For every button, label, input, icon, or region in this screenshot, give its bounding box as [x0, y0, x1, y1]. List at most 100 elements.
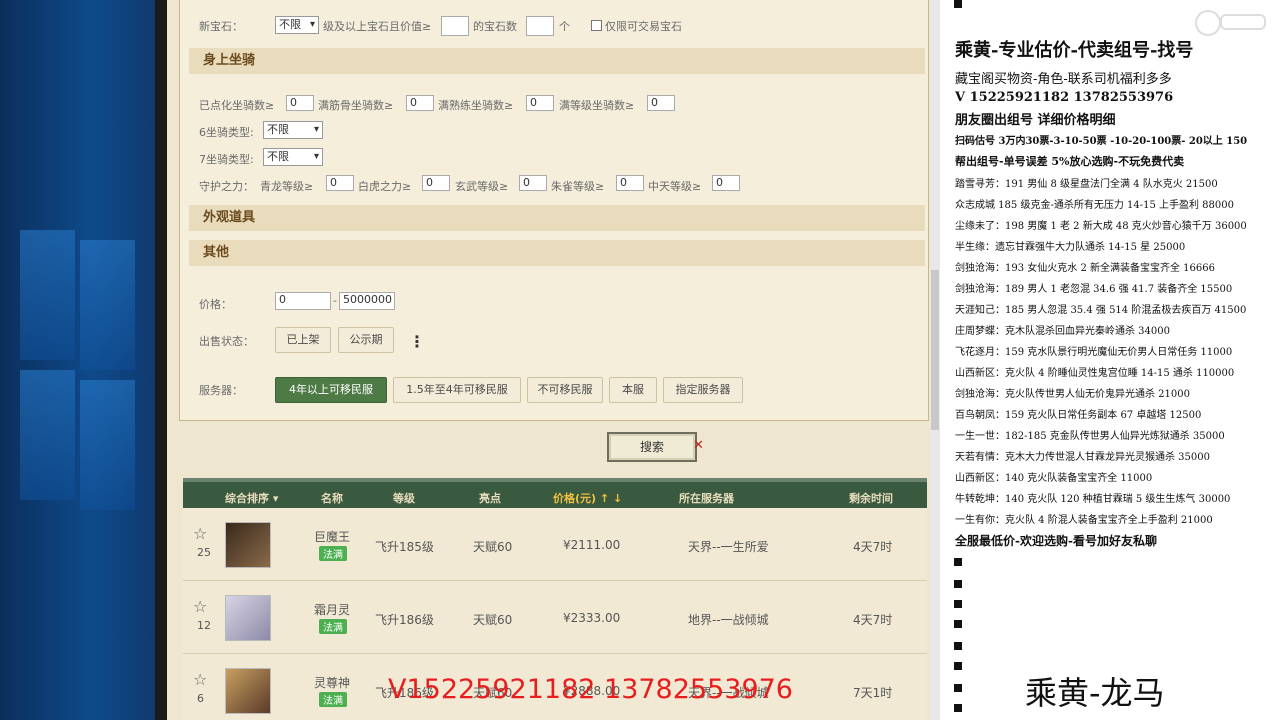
- favorite-star-icon[interactable]: ☆: [193, 524, 207, 543]
- favorite-star-icon[interactable]: ☆: [193, 597, 207, 616]
- mount-field-label: 满筋骨坐骑数≥: [318, 99, 394, 112]
- mount-field-input[interactable]: 0: [647, 95, 675, 111]
- mount6-type-label: 6坐骑类型:: [199, 126, 254, 139]
- table-row[interactable]: ☆ 25 巨魔王 法满 飞升185级 天赋60 ¥2111.00 天界--一生所…: [183, 508, 927, 581]
- advert-listing: 山西新区：140 克火队装备宝宝齐全 11000: [955, 473, 1153, 484]
- cursor-marker-icon: ✕: [693, 438, 704, 453]
- sort-composite-header[interactable]: 综合排序 ▾: [225, 490, 278, 506]
- advert-line: V 15225921182 13782553976: [955, 90, 1174, 105]
- gem-level-select[interactable]: 不限: [275, 16, 319, 34]
- results-table-header: 综合排序 ▾ 名称 等级 亮点 价格(元) ↑ ↓ 所在服务器 剩余时间: [183, 478, 927, 512]
- mount-field-label: 已点化坐骑数≥: [199, 99, 275, 112]
- gem-label: 新宝石：: [199, 20, 243, 33]
- price-min-input[interactable]: 0: [275, 292, 331, 310]
- advert-listing: 剑独沧海：189 男人 1 老忽混 34.6 强 41.7 装备齐全 15500: [955, 284, 1233, 295]
- avatar[interactable]: [225, 522, 271, 568]
- windows-logo-pane: [80, 240, 135, 370]
- more-options-icon[interactable]: ⋮: [409, 332, 425, 351]
- server-local-button[interactable]: 本服: [609, 377, 657, 403]
- bullet-marker: [954, 600, 962, 608]
- mount7-type-label: 7坐骑类型:: [199, 153, 254, 166]
- avatar[interactable]: [225, 668, 271, 714]
- advert-line: 帮出组号-单号误差 5%放心选购-不玩免费代卖: [955, 155, 1185, 168]
- time-left-cell: 4天7时: [853, 613, 893, 627]
- header-name: 名称: [321, 492, 343, 505]
- price-cell: ¥2333.00: [563, 611, 621, 625]
- tradable-gem-checkbox[interactable]: [591, 20, 602, 31]
- bullet-marker: [954, 558, 962, 566]
- gem-count-text: 的宝石数: [473, 20, 517, 33]
- mount6-type-select[interactable]: 不限: [263, 121, 323, 139]
- advert-listing: 剑独沧海：193 女仙火克水 2 新全满装备宝宝齐全 16666: [955, 263, 1215, 274]
- level-cell: 飞升185级: [375, 540, 434, 554]
- advert-footer-line: 全服最低价-欢迎选购-看号加好友私聊: [955, 534, 1157, 548]
- advert-listing: 尘缘未了：198 男魔 1 老 2 新大成 48 克火炒音心猿千万 36000: [955, 221, 1247, 232]
- price-label: 价格：: [199, 298, 232, 311]
- section-appearance-header[interactable]: 外观道具: [189, 205, 925, 231]
- server-label: 服务器：: [199, 384, 243, 397]
- advert-line: 扫码估号 3万内30票-3-10-50票 -10-20-100票- 20以上 1…: [955, 136, 1248, 147]
- guard-field-input[interactable]: 0: [616, 175, 644, 191]
- mount-field-input[interactable]: 0: [406, 95, 434, 111]
- advert-listing: 一生一世：182-185 克金队传世男人仙异光炼狱通杀 35000: [955, 431, 1225, 442]
- avatar[interactable]: [225, 595, 271, 641]
- mount-field-label: 满熟练坐骑数≥: [438, 99, 514, 112]
- bullet-marker: [954, 620, 962, 628]
- desktop-background: [0, 0, 155, 720]
- bullet-marker: [954, 704, 962, 712]
- favorite-count: 12: [197, 619, 211, 632]
- advert-listing: 剑独沧海：克火队传世男人仙无价鬼异光通杀 21000: [955, 389, 1190, 400]
- guard-field-label: 青龙等级≥: [260, 180, 314, 193]
- watermark-logo-icon: [1195, 10, 1221, 36]
- sort-price-header[interactable]: 价格(元) ↑ ↓: [553, 490, 622, 506]
- advert-listing: 百鸟朝凤：159 克火队日常任务副本 67 卓越塔 12500: [955, 410, 1202, 421]
- advert-listing: 众志成城 185 级克金-通杀所有无压力 14-15 上手盈利 88000: [955, 200, 1234, 211]
- window-border: [155, 0, 167, 720]
- guard-field-input[interactable]: 0: [422, 175, 450, 191]
- watermark-logo-icon: [1220, 14, 1266, 30]
- server-cell: 天界--一生所爱: [688, 540, 769, 554]
- mount-field-input[interactable]: 0: [526, 95, 554, 111]
- bullet-marker: [954, 0, 962, 8]
- favorite-star-icon[interactable]: ☆: [193, 670, 207, 689]
- server-4yr-button[interactable]: 4年以上可移民服: [275, 377, 387, 403]
- character-name[interactable]: 霜月灵: [314, 601, 350, 618]
- mount7-type-select[interactable]: 不限: [263, 148, 323, 166]
- gem-count-input[interactable]: [526, 16, 554, 36]
- server-1-5-4yr-button[interactable]: 1.5年至4年可移民服: [393, 377, 521, 403]
- price-max-input[interactable]: 5000000: [339, 292, 395, 310]
- guard-field-input[interactable]: 0: [712, 175, 740, 191]
- status-public-button[interactable]: 公示期: [338, 327, 394, 353]
- highlight-cell: 天赋60: [473, 540, 513, 554]
- header-highlight: 亮点: [479, 492, 501, 505]
- status-badge: 法满: [319, 546, 347, 561]
- advert-line: 藏宝阁买物资-角色-联系司机福利多多: [955, 72, 1172, 87]
- guard-field-input[interactable]: 0: [326, 175, 354, 191]
- sale-status-label: 出售状态：: [199, 335, 254, 348]
- character-name[interactable]: 灵尊神: [314, 674, 350, 691]
- advert-listing: 飞花逐月：159 克水队景行明光魔仙无价男人日常任务 11000: [955, 347, 1233, 358]
- gem-value-input[interactable]: [441, 16, 469, 36]
- windows-logo-pane: [20, 230, 75, 360]
- guard-field-input[interactable]: 0: [519, 175, 547, 191]
- advert-line: 朋友圈出组号 详细价格明细: [955, 113, 1116, 128]
- advert-listing: 一生有你：克火队 4 阶混人装备宝宝齐全上手盈利 21000: [955, 515, 1213, 526]
- header-server: 所在服务器: [679, 492, 734, 505]
- page-scrollbar[interactable]: [930, 0, 940, 720]
- scrollbar-thumb[interactable]: [931, 270, 939, 430]
- server-no-migrate-button[interactable]: 不可移民服: [527, 377, 603, 403]
- table-row[interactable]: ☆ 12 霜月灵 法满 飞升186级 天赋60 ¥2333.00 地界--一战倾…: [183, 581, 927, 654]
- advert-listing: 山西新区：克火队 4 阶睡仙灵性鬼宫位睡 14-15 通杀 110000: [955, 368, 1235, 379]
- mount-field-label: 满等级坐骑数≥: [559, 99, 635, 112]
- server-specify-button[interactable]: 指定服务器: [663, 377, 743, 403]
- section-mount-header[interactable]: 身上坐骑: [189, 48, 925, 74]
- status-listed-button[interactable]: 已上架: [275, 327, 331, 353]
- guard-field-label: 中天等级≥: [648, 180, 702, 193]
- search-button[interactable]: 搜索: [607, 432, 697, 462]
- section-other-header[interactable]: 其他: [189, 240, 925, 266]
- header-label: 综合排序: [225, 492, 269, 505]
- time-left-cell: 7天1时: [853, 686, 893, 700]
- mount-field-input[interactable]: 0: [286, 95, 314, 111]
- character-name[interactable]: 巨魔王: [314, 528, 350, 545]
- advert-listing: 天若有情：克木大力传世混人甘霖龙异光灵猴通杀 35000: [955, 452, 1210, 463]
